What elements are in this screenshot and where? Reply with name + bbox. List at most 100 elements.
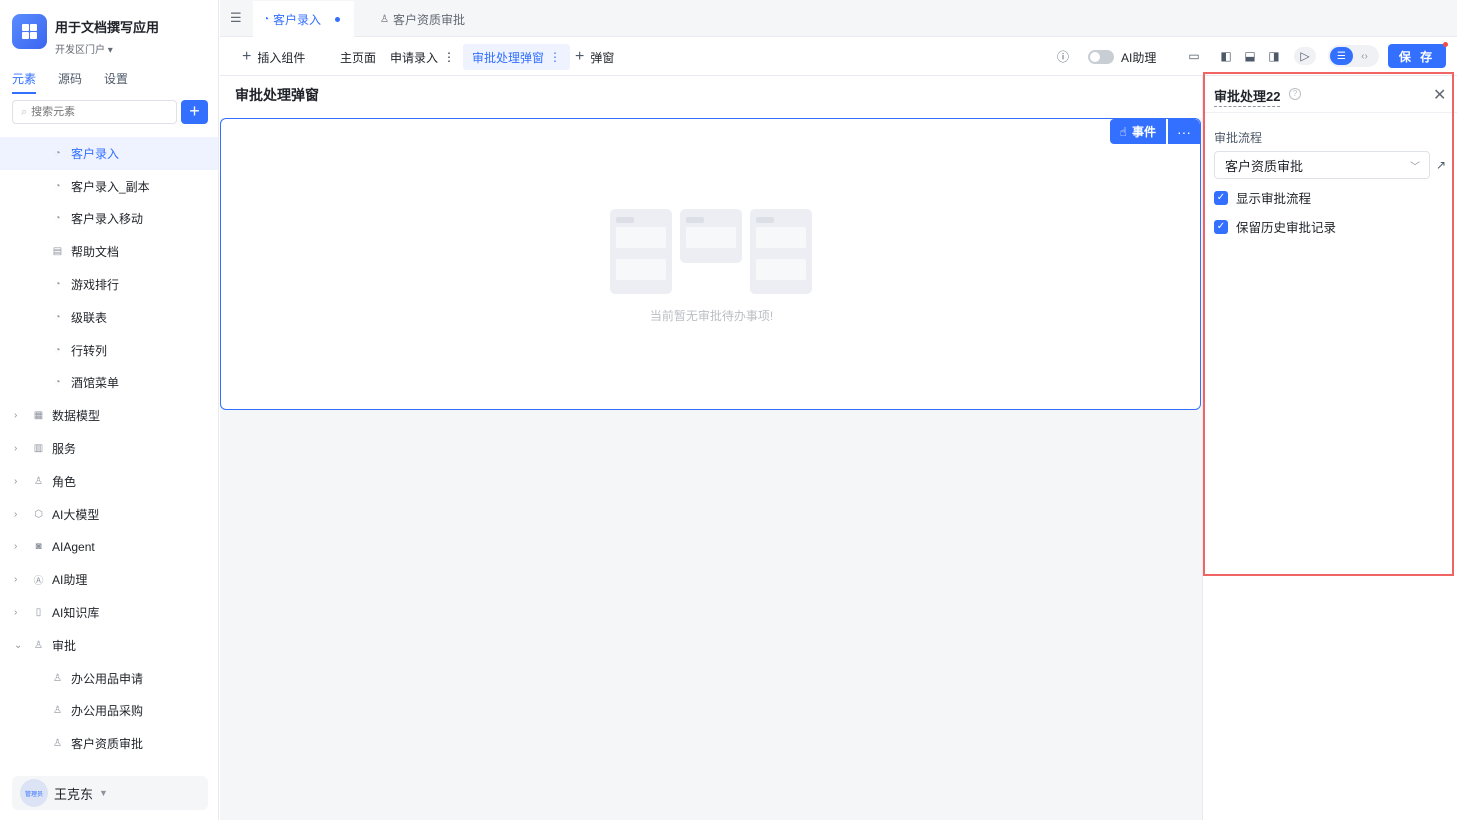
add-popup-button[interactable]: + 弹窗 (575, 44, 614, 70)
sidebar-item[interactable]: ◔ 客户录入移动 (0, 203, 218, 236)
sidebar-item-label: 客户录入 (71, 146, 120, 161)
sidebar-item[interactable]: ♙ 办公用品申请 (0, 662, 218, 695)
chevron-down-icon: ▼ (99, 788, 108, 798)
sidebar-item[interactable]: › ◙ AIAgent (0, 531, 218, 564)
more-vertical-icon[interactable]: ⋮ (443, 50, 455, 64)
tab-label: 客户录入 (273, 12, 322, 27)
toggle-switch[interactable] (1088, 50, 1114, 64)
sidebar-item[interactable]: ◔ 游戏排行 (0, 268, 218, 301)
ai-assist-label: AI助理 (1121, 50, 1157, 65)
insert-component-button[interactable]: + 插入组件 (242, 44, 305, 70)
help-icon[interactable]: ⓘ (1054, 47, 1072, 65)
tab-label: 客户资质审批 (392, 12, 465, 27)
stamp-icon: ♙ (34, 639, 43, 651)
tab-elements[interactable]: 元素 (12, 70, 37, 94)
page-tab-approval-popup[interactable]: 审批处理弹窗 ⋮ (463, 44, 571, 70)
sidebar-item[interactable]: ◔ 酒馆菜单 (0, 367, 218, 400)
sidebar-item-label: AI大模型 (52, 507, 100, 522)
user-menu[interactable]: 管理员 王克东 ▼ (12, 776, 208, 810)
sidebar-item[interactable]: ⌄ ♙ 审批 (0, 629, 218, 662)
play-icon[interactable]: ▷ (1294, 47, 1316, 65)
env-label: 开发区门户 (55, 45, 105, 56)
chevron-right-icon[interactable]: › (14, 541, 24, 552)
empty-state-text: 当前暂无审批待办事项! (649, 309, 774, 323)
tab-settings[interactable]: 设置 (104, 70, 128, 94)
sidebar-item-label: 服务 (52, 442, 77, 457)
selection-highlight (1203, 72, 1454, 576)
sidebar-item[interactable]: › ▥ 服务 (0, 432, 218, 465)
sidebar-item-label: 客户录入移动 (71, 212, 144, 227)
sidebar-item[interactable]: ♙ 客户资质审批 (0, 727, 218, 760)
design-mode-icon[interactable]: ☰ (1330, 47, 1353, 65)
page-tab-label: 审批处理弹窗 (472, 50, 545, 65)
chevron-right-icon[interactable]: › (14, 574, 24, 585)
avatar-label: 管理员 (24, 791, 43, 798)
ai-assist-toggle[interactable]: AI助理 (1088, 44, 1156, 70)
env-selector[interactable]: 开发区门户 ▾ (55, 41, 159, 56)
view-mode-switch: ☰ ‹› (1328, 45, 1379, 67)
hand-pointer-icon: ☝ (1119, 124, 1127, 139)
user-name: 王克东 (54, 786, 94, 802)
tab-customer-entry[interactable]: ◔ 客户录入 (253, 1, 355, 37)
search-box[interactable]: ⌕ (12, 100, 177, 124)
approval-component[interactable]: ☝ 事件 ··· 当前暂无审批待办事项! (220, 118, 1201, 410)
sidebar-item[interactable]: ◔ 客户录入_副本 (0, 170, 218, 203)
page-icon: ◔ (54, 311, 61, 323)
more-vertical-icon[interactable]: ⋮ (549, 50, 561, 64)
sidebar-item-label: 数据模型 (52, 409, 101, 424)
add-element-button[interactable]: + (181, 100, 208, 124)
right-panel-icon[interactable]: ◨ (1265, 47, 1283, 65)
save-button[interactable]: 保 存 (1388, 44, 1446, 68)
sidebar-item[interactable]: › ▦ 数据模型 (0, 399, 218, 432)
collapse-sidebar-icon[interactable]: ☰ (230, 10, 242, 26)
doc-icon: ▤ (52, 246, 63, 258)
bottom-panel-icon[interactable]: ⬓ (1241, 47, 1259, 65)
sidebar-item[interactable]: › ⬡ AI大模型 (0, 498, 218, 531)
sidebar-tabs: 元素 源码 设置 (12, 70, 128, 94)
tab-source[interactable]: 源码 (58, 70, 82, 94)
sidebar-item[interactable]: ♙ 办公用品采购 (0, 695, 218, 728)
page-tab-apply[interactable]: 申请录入 ⋮ (390, 44, 455, 70)
element-tree: ◔ 客户录入 ◔ 客户录入_副本 ◔ 客户录入移动 ▤ 帮助文档 ◔ 游戏排行 ◔ 级联表 ◔ 行转列 ◔ 酒… (0, 137, 218, 767)
chevron-right-icon[interactable]: › (14, 476, 24, 487)
sidebar-item-label: 行转列 (71, 343, 108, 358)
sidebar-item[interactable]: › ▯ AI知识库 (0, 596, 218, 629)
component-actions: ☝ 事件 ··· (1109, 119, 1200, 144)
app-logo-icon (12, 14, 47, 49)
chevron-down-icon[interactable]: ⌄ (14, 640, 24, 651)
sidebar: 用于文档撰写应用 开发区门户 ▾ 元素 源码 设置 ⌕ + ◔ 客户录入 ◔ 客户录入… (0, 0, 219, 820)
sidebar-item[interactable]: ▤ 帮助文档 (0, 235, 218, 268)
sidebar-item-label: 角色 (52, 474, 77, 489)
more-actions-button[interactable]: ··· (1168, 119, 1200, 144)
page-icon: ◔ (54, 147, 61, 159)
code-mode-icon[interactable]: ‹› (1353, 47, 1376, 65)
app-root: 用于文档撰写应用 开发区门户 ▾ 元素 源码 设置 ⌕ + ◔客户录入◔客户录入… (0, 0, 1457, 820)
sidebar-item[interactable]: ◔ 行转列 (0, 334, 218, 367)
chevron-right-icon[interactable]: › (14, 443, 24, 454)
chevron-right-icon[interactable]: › (14, 607, 24, 618)
page-tab-main[interactable]: 主页面 (340, 44, 376, 70)
tab-customer-approval[interactable]: ♙ 客户资质审批 (370, 1, 475, 37)
unsaved-dot (335, 16, 341, 22)
chevron-right-icon[interactable]: › (14, 410, 24, 421)
layout-icon[interactable]: ▭ (1185, 47, 1203, 65)
stamp-icon: ♙ (380, 13, 389, 25)
page-icon: ◔ (54, 279, 61, 291)
search-input[interactable] (31, 106, 162, 118)
chevron-right-icon[interactable]: › (14, 509, 24, 520)
empty-state-illustration (610, 209, 813, 296)
sidebar-item-label: AIAgent (52, 539, 95, 554)
left-panel-icon[interactable]: ◧ (1217, 47, 1235, 65)
sidebar-item[interactable]: › ♙ 角色 (0, 465, 218, 498)
sidebar-item-label: 游戏排行 (71, 278, 120, 293)
sidebar-item[interactable]: ◔ 级联表 (0, 301, 218, 334)
event-button[interactable]: ☝ 事件 (1109, 119, 1166, 144)
sidebar-item[interactable]: › Ⓐ AI助理 (0, 563, 218, 596)
robot-icon: ◙ (35, 541, 42, 553)
search-row: ⌕ + (12, 100, 208, 124)
plus-icon: + (575, 48, 585, 65)
stamp-icon: ♙ (53, 738, 62, 750)
sidebar-item-label: 办公用品申请 (71, 671, 144, 686)
role-icon: ♙ (34, 475, 43, 487)
sidebar-item[interactable]: ◔ 客户录入 (0, 137, 218, 170)
